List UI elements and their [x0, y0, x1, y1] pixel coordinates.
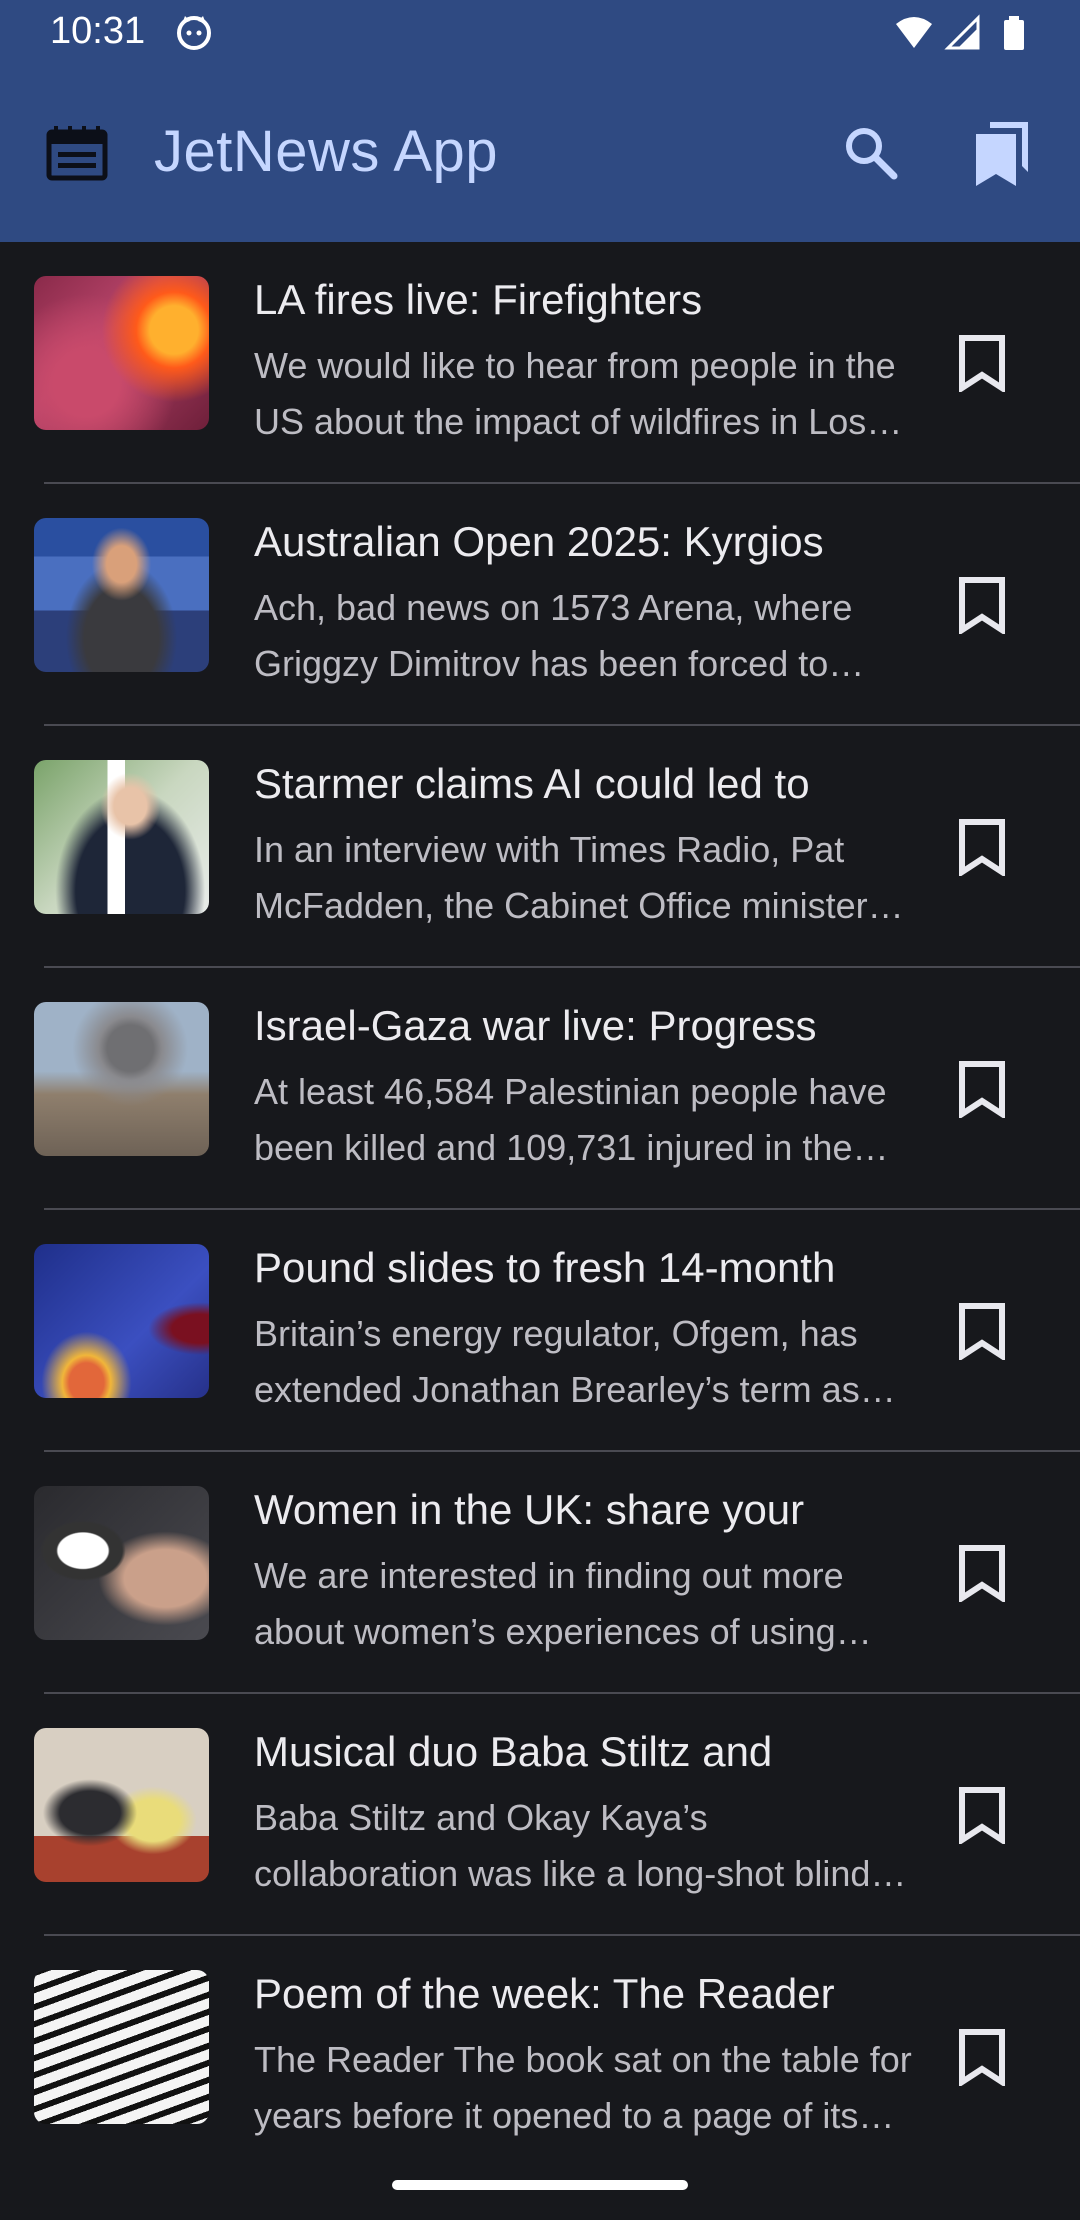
bookmark-icon[interactable]: [956, 2028, 1008, 2086]
article-title: Australian Open 2025: Kyrgios: [254, 518, 824, 565]
article-title: Starmer claims AI could led to: [254, 760, 810, 807]
article-description: Britain’s energy regulator, Ofgem, has e…: [254, 1313, 860, 1410]
bookmark-icon[interactable]: [956, 1786, 1008, 1844]
newspaper-logo-icon: [46, 126, 108, 181]
article-thumbnail: [34, 1244, 209, 1398]
status-system-icons: [896, 14, 1024, 50]
bookmarks-icon[interactable]: [966, 116, 1038, 188]
article-title: Musical duo Baba Stiltz and: [254, 1728, 773, 1775]
bookmark-icon[interactable]: [956, 1544, 1008, 1602]
article-item[interactable]: Starmer claims AI could led to In an int…: [0, 726, 1080, 968]
bookmark-icon[interactable]: [956, 334, 1008, 392]
article-item[interactable]: Musical duo Baba Stiltz and Baba Stiltz …: [0, 1694, 1080, 1936]
article-description: Ach, bad news on 1573 Arena, where Grigg…: [254, 587, 853, 684]
cat-notification-icon: [177, 16, 211, 50]
article-title: Poem of the week: The Reader: [254, 1970, 835, 2017]
bookmark-icon[interactable]: [956, 818, 1008, 876]
article-thumbnail: [34, 760, 209, 914]
status-time: 10:31: [50, 10, 146, 52]
battery-icon: [1004, 16, 1024, 50]
bookmark-icon[interactable]: [956, 1060, 1008, 1118]
article-item[interactable]: Israel-Gaza war live: Progress At least …: [0, 968, 1080, 1210]
article-title: Israel-Gaza war live: Progress: [254, 1002, 817, 1049]
article-description: The Reader The book sat on the table for…: [254, 2039, 912, 2136]
article-description: At least 46,584 Palestinian people have …: [254, 1071, 887, 1168]
article-title: Women in the UK: share your: [254, 1486, 805, 1533]
article-thumbnail: [34, 1970, 209, 2124]
app-title: JetNews App: [154, 119, 499, 184]
article-thumbnail: [34, 1002, 209, 1156]
article-title: LA fires live: Firefighters: [254, 276, 703, 323]
bookmark-icon[interactable]: [956, 576, 1008, 634]
article-thumbnail: [34, 1486, 209, 1640]
bookmark-icon[interactable]: [956, 1302, 1008, 1360]
article-description: In an interview with Times Radio, Pat Mc…: [254, 829, 868, 926]
article-item[interactable]: Women in the UK: share your We are inter…: [0, 1452, 1080, 1694]
article-title: Pound slides to fresh 14-month: [254, 1244, 836, 1291]
article-item[interactable]: Poem of the week: The Reader The Reader …: [0, 1936, 1080, 2178]
status-bar: 10:31: [0, 0, 1080, 66]
article-description: We are interested in finding out more ab…: [254, 1555, 844, 1652]
article-item[interactable]: Pound slides to fresh 14-month Britain’s…: [0, 1210, 1080, 1452]
article-description: Baba Stiltz and Okay Kaya’s collaboratio…: [254, 1797, 871, 1894]
article-description: We would like to hear from people in the…: [254, 345, 896, 442]
search-icon[interactable]: [838, 120, 902, 184]
article-item[interactable]: Australian Open 2025: Kyrgios Ach, bad n…: [0, 484, 1080, 726]
wifi-icon: [896, 17, 932, 48]
gesture-navigation-handle[interactable]: [392, 2180, 688, 2190]
article-thumbnail: [34, 1728, 209, 1882]
top-app-bar: JetNews App: [0, 66, 1080, 242]
article-thumbnail: [34, 518, 209, 672]
article-item[interactable]: LA fires live: Firefighters We would lik…: [0, 242, 1080, 484]
article-list: LA fires live: Firefighters We would lik…: [0, 242, 1080, 2178]
article-thumbnail: [34, 276, 209, 430]
